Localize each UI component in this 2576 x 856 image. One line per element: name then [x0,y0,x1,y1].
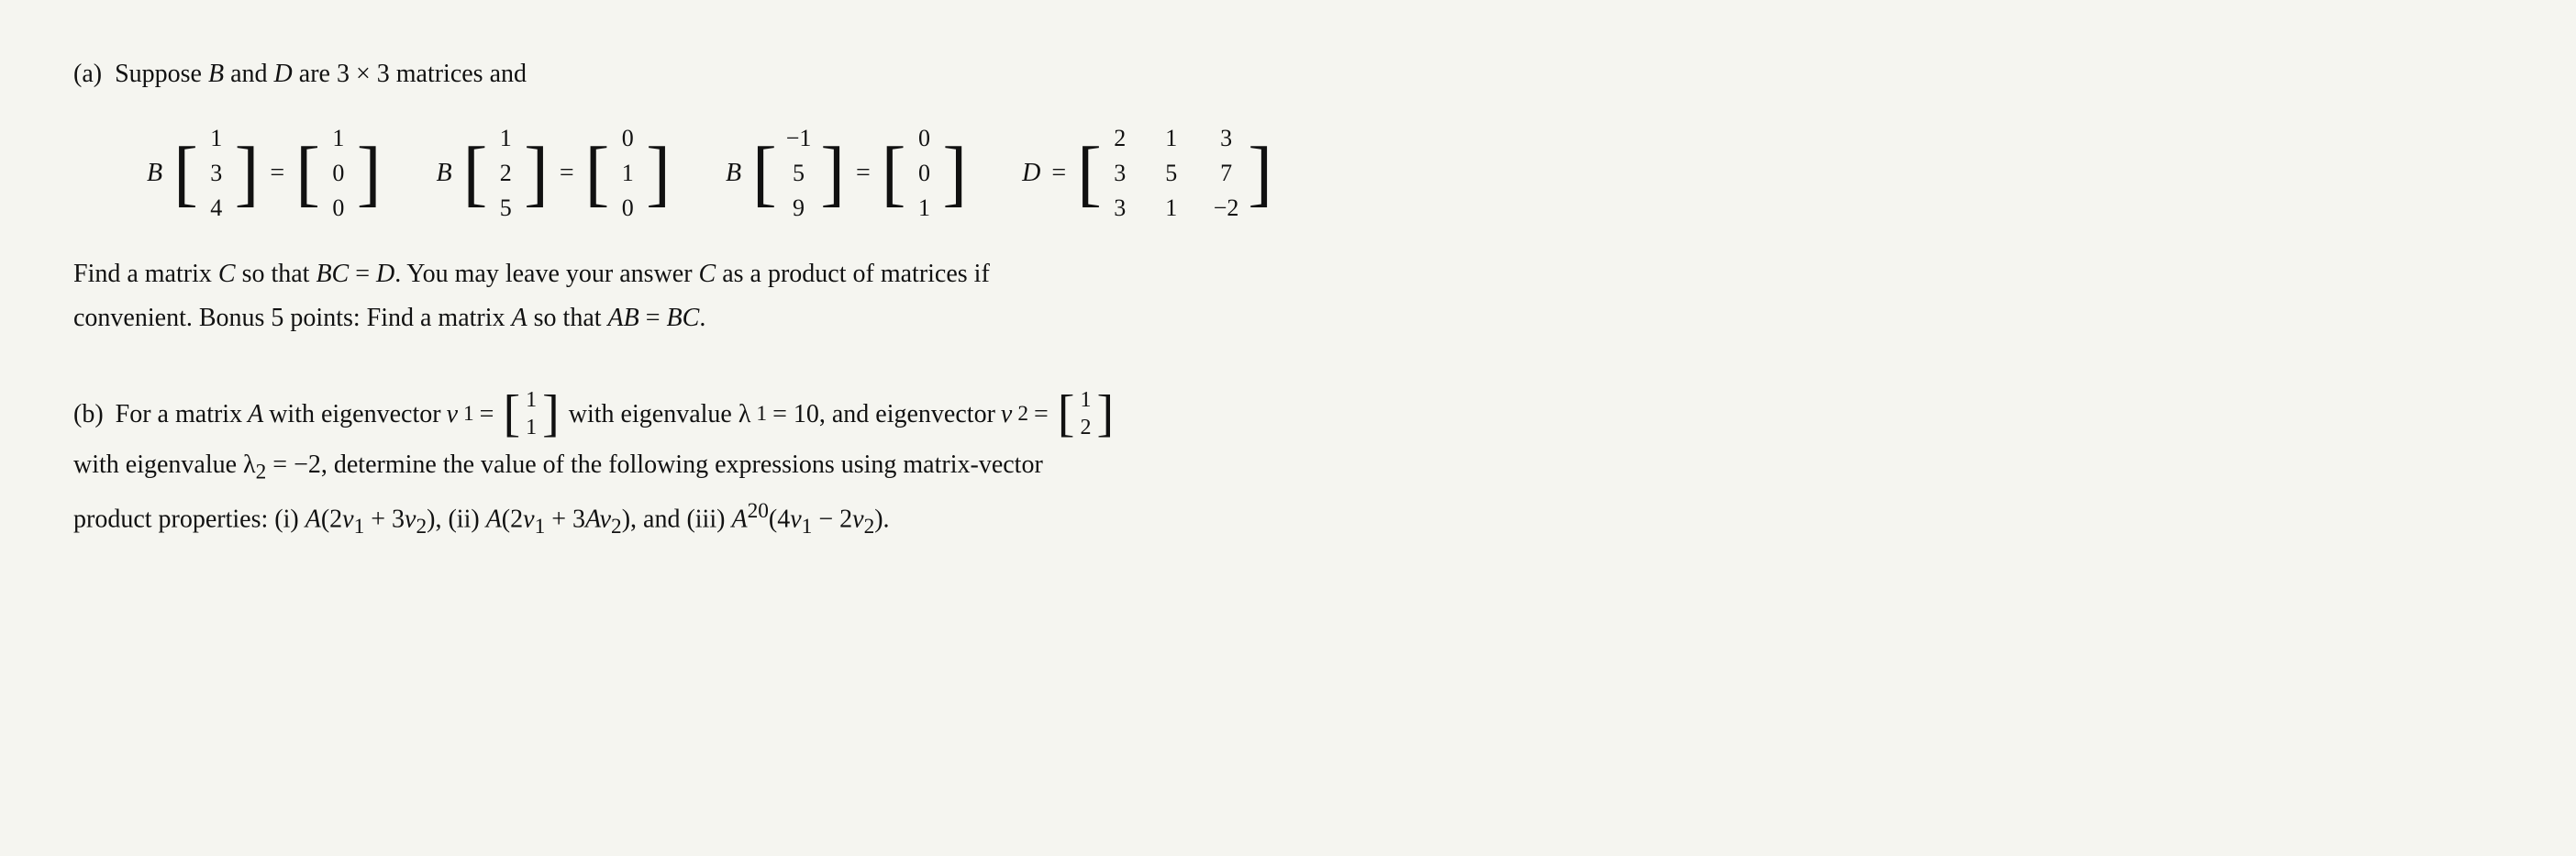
v2-left-bracket: [ [1058,388,1075,439]
b3-rhs-bracket: [ 0 0 1 ] [882,121,967,225]
v1-r2: 1 [526,414,537,441]
b1-rhs-bracket: [ 1 0 0 ] [295,121,381,225]
d-matrix-cols: 2 3 3 1 5 1 3 7 −2 [1104,121,1247,225]
b1-eq: = [270,159,284,188]
matrices-row: B [ 1 3 4 ] = [ 1 0 0 [147,121,2503,225]
b2-right-bracket: ] [524,137,549,210]
matrix-eq-b1: B [ 1 3 4 ] = [ 1 0 0 [147,121,381,225]
part-b-section: (b) For a matrix A with eigenvector v1 =… [73,386,2503,547]
b3-left-bracket: [ [752,137,777,210]
page-content: (a) Suppose B and D are 3 × 3 matrices a… [73,55,2503,547]
b1-right-bracket: ] [235,137,260,210]
matrix-eq-b3: B [ −1 5 9 ] = [ 0 0 1 [726,121,967,225]
d-r2c2: 5 [1162,158,1181,189]
b3-eq: = [856,159,871,188]
d-r3c2: 1 [1162,193,1181,224]
b3-rhs-col: 0 0 1 [907,121,940,225]
v2-col: 1 2 [1076,386,1094,441]
b2-rhs-r2: 1 [618,158,637,189]
b3-label: B [726,159,741,188]
v1-col: 1 1 [522,386,540,441]
part-b-text: (b) For a matrix A with eigenvector v1 =… [73,386,2459,547]
b2-rhs-r3: 0 [618,193,637,224]
d-r1c2: 1 [1162,123,1181,154]
part-b-line2: with eigenvalue λ2 = −2, determine the v… [73,442,2459,493]
b1-lhs-r2: 3 [207,158,226,189]
b3-rhs-r3: 1 [915,193,933,224]
b3-lhs-r1: −1 [786,123,812,154]
b3-rhs-left-bracket: [ [882,137,906,210]
b2-rhs-col: 0 1 0 [611,121,644,225]
d-eq: = [1051,159,1066,188]
d-col1: 2 3 3 [1104,121,1137,225]
part-a-label: (a) [73,60,102,88]
part-b-line3: product properties: (i) A(2v1 + 3v2), (i… [73,493,2459,547]
b2-eq: = [560,159,574,188]
part-a-section: (a) Suppose B and D are 3 × 3 matrices a… [73,55,2503,340]
b2-left-bracket: [ [463,137,488,210]
b2-lhs-bracket: [ 1 2 5 ] [463,121,549,225]
b3-lhs-col: −1 5 9 [779,121,819,225]
d-r1c3: 3 [1217,123,1236,154]
d-col3: 3 7 −2 [1206,121,1247,225]
v1-right-bracket: ] [542,388,560,439]
part-b-label: (b) [73,386,104,443]
d-r2c1: 3 [1111,158,1129,189]
b3-rhs-right-bracket: ] [942,137,967,210]
b1-rhs-left-bracket: [ [295,137,320,210]
b1-label: B [147,159,162,188]
d-left-bracket: [ [1077,137,1102,210]
v2-r2: 2 [1080,414,1091,441]
b2-lhs-r1: 1 [496,123,515,154]
b2-lhs-r2: 2 [496,158,515,189]
b3-right-bracket: ] [820,137,845,210]
matrix-eq-d: D = [ 2 3 3 1 5 1 [1022,121,1272,225]
b3-lhs-r2: 5 [790,158,808,189]
v2-matrix: [ 1 2 ] [1058,386,1114,441]
b1-rhs-col: 1 0 0 [322,121,355,225]
b3-rhs-r2: 0 [915,158,933,189]
b2-rhs-r1: 0 [618,123,637,154]
b1-lhs-r3: 4 [207,193,226,224]
b3-lhs-bracket: [ −1 5 9 ] [752,121,845,225]
b3-lhs-r3: 9 [790,193,808,224]
v1-left-bracket: [ [503,388,520,439]
v2-r1: 1 [1080,386,1091,414]
v1-r1: 1 [526,386,537,414]
part-b-line1: (b) For a matrix A with eigenvector v1 =… [73,386,2459,443]
d-r3c1: 3 [1111,193,1129,224]
b2-label: B [436,159,451,188]
d-right-bracket: ] [1248,137,1272,210]
b2-rhs-bracket: [ 0 1 0 ] [585,121,671,225]
d-label: D [1022,159,1040,188]
v1-matrix: [ 1 1 ] [503,386,559,441]
b1-lhs-col: 1 3 4 [200,121,233,225]
b1-rhs-r2: 0 [329,158,348,189]
b2-rhs-right-bracket: ] [646,137,671,210]
b1-lhs-bracket: [ 1 3 4 ] [173,121,259,225]
b1-lhs-r1: 1 [207,123,226,154]
d-r2c3: 7 [1217,158,1236,189]
matrix-eq-b2: B [ 1 2 5 ] = [ 0 1 0 [436,121,670,225]
part-a-description: Find a matrix C so that BC = D. You may … [73,252,2459,339]
description-line2: convenient. Bonus 5 points: Find a matri… [73,296,2459,340]
description-line1: Find a matrix C so that BC = D. You may … [73,252,2459,296]
b1-rhs-r3: 0 [329,193,348,224]
b1-left-bracket: [ [173,137,198,210]
d-r1c1: 2 [1111,123,1129,154]
b2-lhs-col: 1 2 5 [489,121,522,225]
b2-rhs-left-bracket: [ [585,137,610,210]
d-col2: 1 5 1 [1155,121,1188,225]
b3-rhs-r1: 0 [915,123,933,154]
b1-rhs-right-bracket: ] [357,137,382,210]
b1-rhs-r1: 1 [329,123,348,154]
b2-lhs-r3: 5 [496,193,515,224]
d-rhs-bracket: [ 2 3 3 1 5 1 3 [1077,121,1272,225]
part-a-intro: (a) Suppose B and D are 3 × 3 matrices a… [73,55,2503,94]
d-r3c3: −2 [1214,193,1239,224]
v2-right-bracket: ] [1096,388,1114,439]
